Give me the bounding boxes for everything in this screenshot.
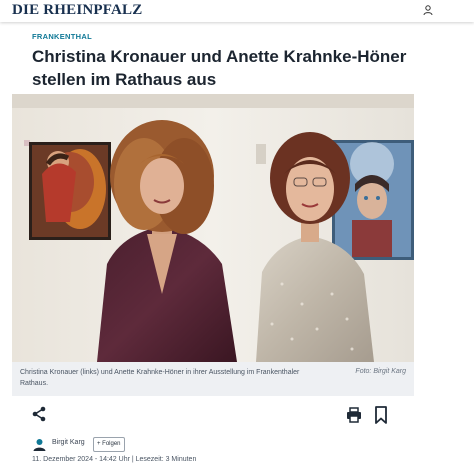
- article-kicker[interactable]: FRANKENTHAL: [32, 32, 92, 41]
- caption-text: Christina Kronauer (links) und Anette Kr…: [20, 369, 300, 387]
- photo-caption: Christina Kronauer (links) und Anette Kr…: [12, 362, 414, 396]
- photo-credit: Foto: Birgit Karg: [355, 368, 406, 375]
- article-photo: [12, 94, 414, 362]
- article-meta: 11. Dezember 2024 - 14:42 Uhr | Lesezeit…: [32, 456, 197, 463]
- follow-button[interactable]: + Folgen: [93, 437, 125, 452]
- site-header: DIE RHEINPFALZ: [0, 0, 474, 22]
- author-avatar: [32, 437, 47, 452]
- user-icon[interactable]: [422, 4, 434, 16]
- share-icon[interactable]: [31, 406, 47, 422]
- photo-illustration: [12, 94, 414, 362]
- article-headline: Christina Kronauer und Anette Krahnke-Hö…: [32, 47, 407, 89]
- bookmark-icon[interactable]: [374, 406, 388, 424]
- printer-icon[interactable]: [346, 407, 362, 423]
- author-name[interactable]: Birgit Karg: [52, 439, 85, 446]
- site-logo[interactable]: DIE RHEINPFALZ: [12, 2, 142, 19]
- painting-left: [29, 142, 111, 240]
